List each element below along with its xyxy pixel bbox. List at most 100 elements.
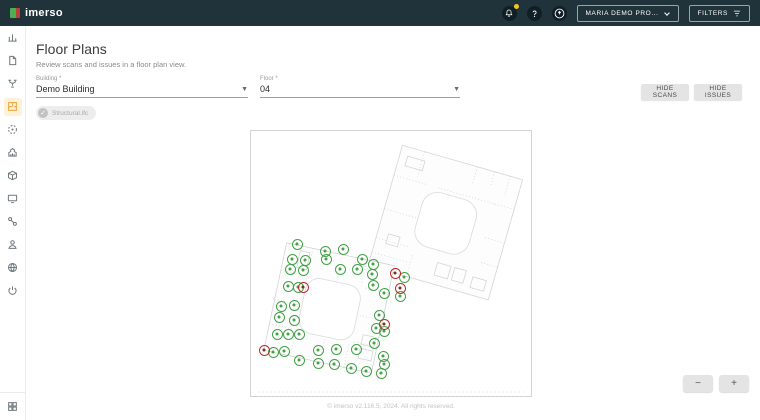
- floor-select-value: 04: [260, 84, 270, 94]
- bar-chart-icon: [7, 32, 18, 43]
- scan-marker[interactable]: [274, 312, 285, 323]
- power-icon: [7, 285, 18, 296]
- workflow-icon: [7, 216, 18, 227]
- scan-marker[interactable]: [379, 288, 390, 299]
- floor-plan-canvas[interactable]: [250, 130, 532, 397]
- sidebar-item-scan-360[interactable]: [0, 118, 26, 141]
- sidebar-item-user[interactable]: [0, 233, 26, 256]
- sidebar-item-stats[interactable]: [0, 26, 26, 49]
- building-model-icon: [7, 147, 18, 158]
- sidebar-item-globe[interactable]: [0, 256, 26, 279]
- imerso-logo-icon: [10, 8, 20, 18]
- scan-marker[interactable]: [294, 329, 305, 340]
- zoom-out-button[interactable]: −: [683, 375, 713, 392]
- floor-plan-icon: [7, 101, 18, 112]
- globe-icon: [7, 262, 18, 273]
- floor-select-label: Floor *: [260, 76, 460, 82]
- filters-button[interactable]: FILTERS: [689, 5, 750, 22]
- scan-marker[interactable]: [283, 281, 294, 292]
- scan-marker[interactable]: [285, 264, 296, 275]
- notification-badge: [514, 4, 519, 9]
- help-icon[interactable]: [527, 6, 542, 21]
- issue-marker[interactable]: [259, 345, 270, 356]
- issue-marker[interactable]: [395, 283, 406, 294]
- issue-marker[interactable]: [379, 319, 390, 330]
- model-chip[interactable]: ✓ Structural.ifc: [36, 106, 96, 120]
- check-circle-icon: ✓: [38, 108, 48, 118]
- scan-marker[interactable]: [338, 244, 349, 255]
- project-selector-button[interactable]: MARIA DEMO PRO...: [577, 5, 679, 22]
- display-icon: [7, 193, 18, 204]
- scan-marker[interactable]: [351, 344, 362, 355]
- package-icon: [7, 170, 18, 181]
- scan-marker[interactable]: [272, 329, 283, 340]
- account-icon[interactable]: [552, 6, 567, 21]
- page-subtitle: Review scans and issues in a floor plan …: [36, 60, 186, 69]
- scan-marker[interactable]: [335, 264, 346, 275]
- scan-marker[interactable]: [368, 280, 379, 291]
- issue-marker[interactable]: [298, 282, 309, 293]
- scan-marker[interactable]: [313, 345, 324, 356]
- scan-marker[interactable]: [292, 239, 303, 250]
- scan-marker[interactable]: [376, 368, 387, 379]
- sidebar-item-floor-plans[interactable]: [0, 95, 26, 118]
- floor-select[interactable]: Floor * 04 ▼: [260, 76, 460, 98]
- scan-marker[interactable]: [331, 344, 342, 355]
- hide-issues-button[interactable]: HIDE ISSUES: [694, 84, 742, 100]
- scan-marker[interactable]: [329, 359, 340, 370]
- scan-marker[interactable]: [300, 255, 311, 266]
- filters-button-label: FILTERS: [698, 10, 728, 17]
- sidebar-item-logout[interactable]: [0, 279, 26, 302]
- hide-scans-button[interactable]: HIDE SCANS: [641, 84, 689, 100]
- topbar-actions: MARIA DEMO PRO... FILTERS: [502, 5, 751, 22]
- scan-marker[interactable]: [361, 366, 372, 377]
- scan-marker[interactable]: [294, 355, 305, 366]
- sidebar-item-display[interactable]: [0, 187, 26, 210]
- floor-plans-page: imerso MARIA DEMO PRO... FILTERS: [0, 0, 760, 420]
- scan-marker[interactable]: [289, 300, 300, 311]
- logo-text: imerso: [25, 7, 63, 19]
- scan-marker[interactable]: [287, 254, 298, 265]
- sidebar-item-drone[interactable]: [0, 72, 26, 95]
- sidebar-item-documents[interactable]: [0, 49, 26, 72]
- drone-icon: [7, 78, 18, 89]
- sidebar-item-workflow[interactable]: [0, 210, 26, 233]
- zoom-in-button[interactable]: +: [719, 375, 749, 392]
- model-chip-label: Structural.ifc: [52, 110, 88, 117]
- scan-marker[interactable]: [369, 338, 380, 349]
- building-select-value: Demo Building: [36, 84, 95, 94]
- apps-grid-icon: [7, 401, 18, 412]
- imerso-logo[interactable]: imerso: [10, 7, 63, 19]
- sidebar: [0, 26, 26, 420]
- scan-360-icon: [7, 124, 18, 135]
- user-icon: [7, 239, 18, 250]
- page-title: Floor Plans: [36, 41, 107, 57]
- scan-marker[interactable]: [298, 265, 309, 276]
- scan-marker[interactable]: [368, 259, 379, 270]
- sidebar-item-apps[interactable]: [0, 392, 26, 420]
- project-selector-label: MARIA DEMO PRO...: [586, 10, 659, 17]
- scan-marker[interactable]: [313, 358, 324, 369]
- copyright-text: © imerso v2.116.5, 2024. All rights rese…: [250, 403, 532, 410]
- sidebar-item-package[interactable]: [0, 164, 26, 187]
- sidebar-item-building-model[interactable]: [0, 141, 26, 164]
- building-select-label: Building *: [36, 76, 248, 82]
- scan-marker[interactable]: [279, 346, 290, 357]
- filter-icon: [733, 10, 741, 17]
- scan-marker[interactable]: [346, 363, 357, 374]
- document-icon: [7, 55, 18, 66]
- issue-marker[interactable]: [390, 268, 401, 279]
- scan-marker[interactable]: [352, 264, 363, 275]
- building-select[interactable]: Building * Demo Building ▼: [36, 76, 248, 98]
- caret-down-icon: ▼: [241, 86, 248, 93]
- scan-marker[interactable]: [283, 329, 294, 340]
- scan-marker[interactable]: [357, 254, 368, 265]
- chevron-down-icon: [664, 10, 670, 16]
- notifications-icon[interactable]: [502, 6, 517, 21]
- scan-marker[interactable]: [367, 269, 378, 280]
- scan-marker[interactable]: [276, 301, 287, 312]
- topbar: imerso MARIA DEMO PRO... FILTERS: [0, 0, 760, 26]
- scan-marker[interactable]: [321, 254, 332, 265]
- caret-down-icon: ▼: [453, 86, 460, 93]
- scan-marker[interactable]: [289, 315, 300, 326]
